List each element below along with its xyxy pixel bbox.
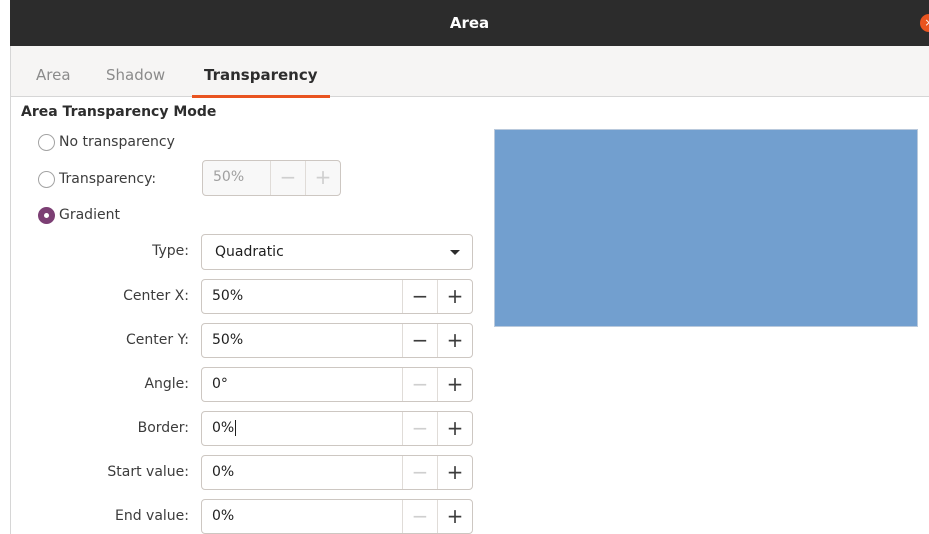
section-title: Area Transparency Mode — [21, 104, 217, 120]
border-decrease-button[interactable]: − — [402, 412, 437, 445]
gradient-type-value: Quadratic — [215, 244, 284, 260]
end-value-increase-button[interactable]: + — [437, 500, 472, 533]
border-value: 0% — [212, 420, 235, 436]
transparency-spin: 50% − + — [202, 160, 341, 196]
border-increase-button[interactable]: + — [437, 412, 472, 445]
start-value-increase-button[interactable]: + — [437, 456, 472, 489]
radio-indicator[interactable] — [38, 133, 55, 151]
transparency-decrease-button: − — [270, 161, 305, 195]
radio-label: Transparency: — [59, 171, 157, 187]
start-value-spin[interactable]: 0% − + — [201, 455, 473, 490]
radio-gradient[interactable]: Gradient — [38, 204, 120, 226]
center-y-decrease-button[interactable]: − — [402, 324, 437, 357]
transparency-preview — [494, 129, 918, 327]
area-dialog: Area Shadow Transparency Area Transparen… — [10, 46, 929, 534]
center-y-spin[interactable]: 50% − + — [201, 323, 473, 358]
text-cursor — [235, 420, 237, 436]
radio-indicator[interactable] — [38, 170, 55, 188]
center-y-label: Center Y: — [126, 332, 189, 348]
radio-label: Gradient — [59, 207, 120, 223]
border-value-field[interactable]: 0% — [202, 412, 402, 445]
center-x-decrease-button[interactable]: − — [402, 280, 437, 313]
tab-transparency[interactable]: Transparency — [192, 46, 329, 98]
radio-transparency[interactable]: Transparency: — [38, 168, 156, 190]
border-spin[interactable]: 0% − + — [201, 411, 473, 446]
end-value-label: End value: — [114, 508, 189, 524]
tab-shadow[interactable]: Shadow — [106, 46, 165, 97]
angle-increase-button[interactable]: + — [437, 368, 472, 401]
tab-area[interactable]: Area — [36, 46, 71, 97]
angle-decrease-button[interactable]: − — [402, 368, 437, 401]
chevron-down-icon — [450, 250, 460, 255]
type-label: Type: — [152, 243, 189, 259]
transparency-increase-button: + — [305, 161, 340, 195]
start-value-label: Start value: — [107, 464, 189, 480]
center-x-label: Center X: — [123, 288, 189, 304]
window-title: Area — [449, 14, 490, 32]
radio-no-transparency[interactable]: No transparency — [38, 131, 175, 153]
title-bar: Area × — [10, 0, 929, 46]
start-value-value[interactable]: 0% — [202, 456, 402, 489]
end-value-spin[interactable]: 0% − + — [201, 499, 473, 534]
start-value-decrease-button[interactable]: − — [402, 456, 437, 489]
angle-value[interactable]: 0° — [202, 368, 402, 401]
gradient-type-dropdown[interactable]: Quadratic — [201, 234, 473, 270]
center-x-increase-button[interactable]: + — [437, 280, 472, 313]
angle-spin[interactable]: 0° − + — [201, 367, 473, 402]
end-value-value[interactable]: 0% — [202, 500, 402, 533]
border-label: Border: — [137, 420, 189, 436]
radio-label: No transparency — [59, 134, 175, 150]
center-y-increase-button[interactable]: + — [437, 324, 472, 357]
center-x-spin[interactable]: 50% − + — [201, 279, 473, 314]
end-value-decrease-button[interactable]: − — [402, 500, 437, 533]
center-x-value[interactable]: 50% — [202, 280, 402, 313]
tab-bar: Area Shadow Transparency — [11, 46, 929, 98]
center-y-value[interactable]: 50% — [202, 324, 402, 357]
transparency-value: 50% — [213, 169, 245, 185]
angle-label: Angle: — [144, 376, 189, 392]
radio-indicator[interactable] — [38, 206, 55, 224]
